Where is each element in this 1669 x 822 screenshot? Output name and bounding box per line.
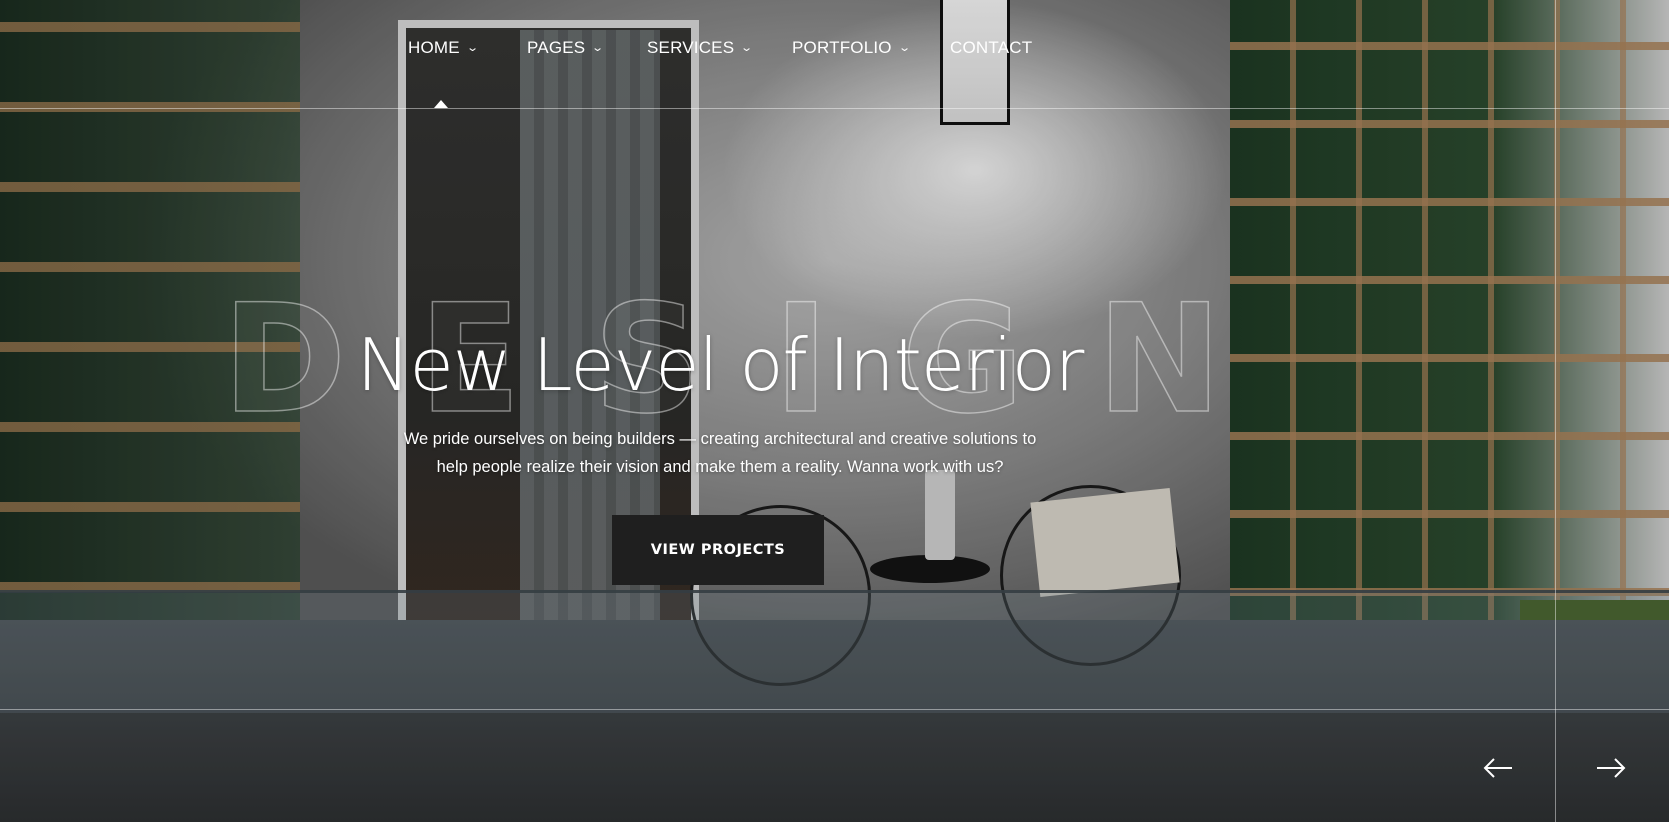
arrow-right-icon	[1597, 758, 1626, 778]
view-projects-button[interactable]: VIEW PROJECTS	[612, 515, 824, 585]
nav-item-home[interactable]: HOME ⌄	[408, 38, 480, 58]
nav-item-label: PAGES	[527, 38, 586, 57]
hero-title: New Level of Interior	[356, 323, 1085, 407]
chevron-down-icon: ⌄	[465, 41, 480, 54]
hero-subtitle-line: We pride ourselves on being builders — c…	[403, 430, 1037, 448]
nav-item-label: PORTFOLIO	[792, 38, 892, 57]
hero-subtitle-line: help people realize their vision and mak…	[436, 458, 1004, 476]
slider-prev-button[interactable]	[1480, 750, 1516, 786]
nav-item-pages[interactable]: PAGES ⌄	[527, 38, 605, 58]
top-divider-line	[0, 108, 1669, 109]
chevron-down-icon: ⌄	[591, 41, 605, 54]
nav-item-label: CONTACT	[950, 38, 1033, 57]
main-navigation: HOME ⌄ PAGES ⌄ SERVICES ⌄ PORTFOLIO ⌄ CO…	[0, 38, 1669, 68]
nav-item-portfolio[interactable]: PORTFOLIO ⌄	[792, 38, 912, 58]
right-divider-line	[1555, 0, 1556, 822]
chevron-down-icon: ⌄	[897, 41, 912, 54]
nav-item-label: HOME	[408, 38, 460, 57]
chevron-down-icon: ⌄	[740, 41, 754, 54]
active-nav-indicator	[434, 100, 448, 108]
nav-item-contact[interactable]: CONTACT	[950, 38, 1032, 58]
arrow-left-icon	[1483, 758, 1512, 778]
nav-item-services[interactable]: SERVICES ⌄	[647, 38, 754, 58]
hero-subtitle: We pride ourselves on being builders — c…	[370, 425, 1070, 481]
slider-next-button[interactable]	[1593, 750, 1629, 786]
bottom-divider-line	[0, 709, 1669, 710]
nav-item-label: SERVICES	[647, 38, 735, 57]
